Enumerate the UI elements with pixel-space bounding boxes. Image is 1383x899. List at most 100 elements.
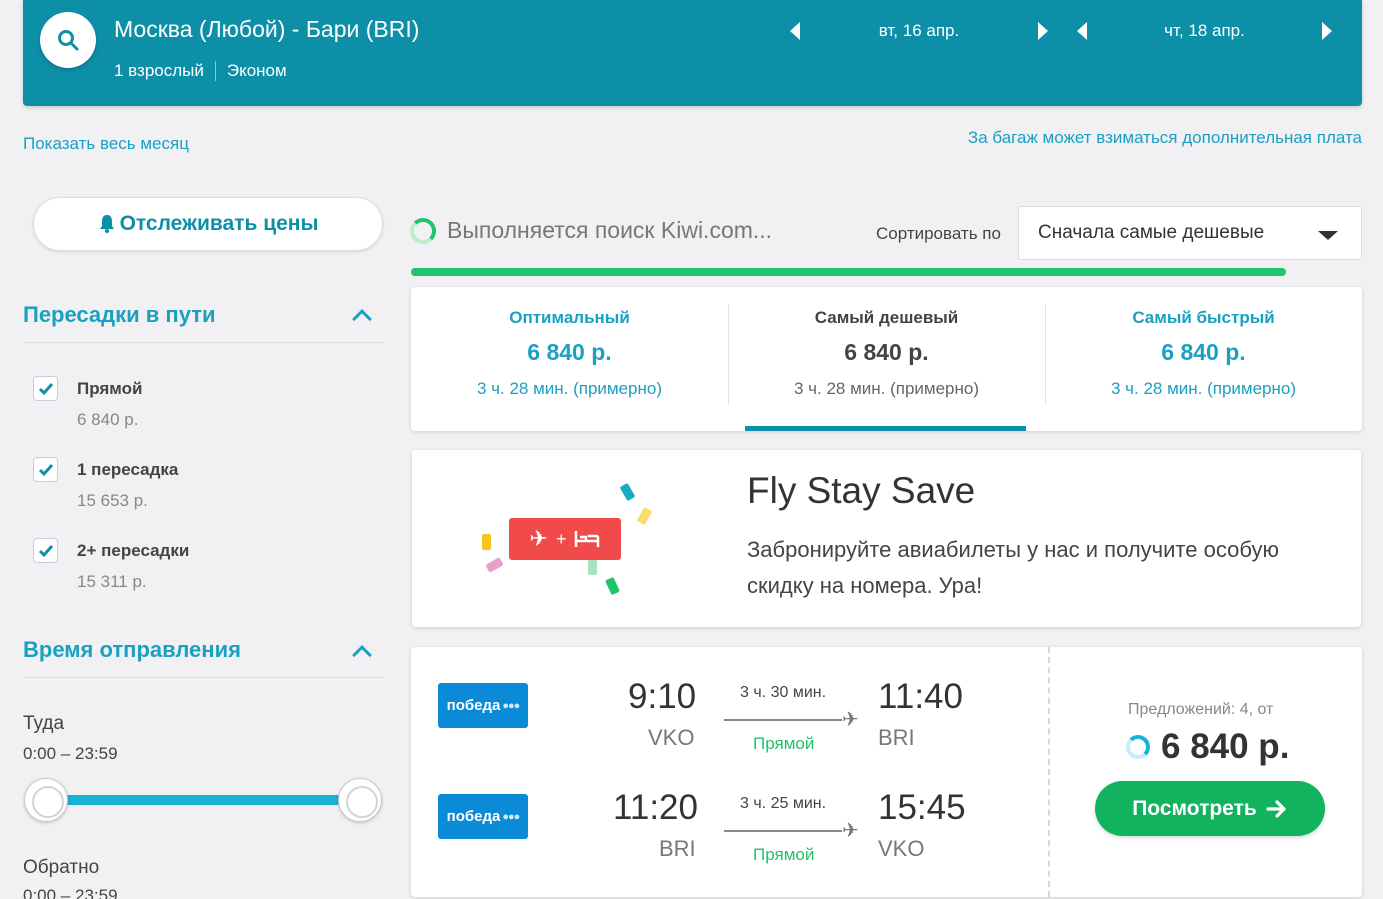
passengers-cabin[interactable]: 1 взрослый Эконом [114, 61, 287, 81]
arrival-airport: VKO [878, 836, 925, 861]
tab-duration: 3 ч. 28 мин. (примерно) [476, 379, 663, 398]
view-offer-label: Посмотреть [1132, 796, 1257, 820]
arrow-right-icon [1266, 799, 1286, 818]
stops-option-label: Прямой [77, 379, 143, 398]
passengers-count[interactable]: 1 взрослый [114, 61, 204, 81]
tab-price: 6 840 р. [527, 339, 612, 365]
bell-icon [99, 215, 114, 233]
tab-cheapest[interactable]: Самый дешевый 6 840 р. 3 ч. 28 мин. (при… [728, 287, 1045, 431]
search-status-text: Выполняется поиск Kiwi.com... [447, 217, 773, 243]
search-progress-bar [411, 268, 1286, 276]
result-price: 6 840 р. [1126, 727, 1289, 767]
prev-return-date-icon[interactable] [1077, 22, 1087, 40]
sort-label: Сортировать по [876, 224, 1001, 243]
dots-icon: ●●● [502, 810, 520, 823]
airplane-icon: ✈ [842, 820, 859, 842]
loading-spinner-icon [410, 217, 436, 244]
prev-departure-date-icon[interactable] [790, 22, 800, 40]
flight-duration: 3 ч. 30 мин. [740, 684, 827, 701]
outbound-time-slider[interactable] [46, 795, 360, 805]
chevron-down-icon [1318, 231, 1338, 240]
slider-max-handle[interactable] [338, 778, 382, 822]
divider [1048, 647, 1050, 897]
track-prices-button[interactable]: Отслеживать цены [33, 197, 383, 251]
confetti-decoration [636, 506, 653, 526]
airline-logo: победа ●●● [438, 794, 528, 839]
outbound-label: Туда [23, 713, 65, 734]
bed-icon [575, 531, 600, 547]
stops-option-price: 15 653 р. [77, 491, 148, 510]
collapse-stops-icon[interactable] [352, 309, 372, 329]
slider-min-handle[interactable] [24, 778, 68, 822]
tab-price: 6 840 р. [1161, 339, 1246, 365]
search-button[interactable] [40, 12, 96, 68]
checkmark-icon [38, 544, 53, 557]
baggage-fee-link[interactable]: За багаж может взиматься дополнительная … [968, 128, 1362, 148]
divider [23, 677, 384, 678]
promo-title: Fly Stay Save [747, 470, 976, 511]
dots-icon: ●●● [502, 699, 520, 712]
tab-price: 6 840 р. [844, 339, 929, 365]
checkmark-icon [38, 463, 53, 476]
next-departure-date-icon[interactable] [1038, 22, 1048, 40]
flight-hotel-badge: ✈ + [509, 518, 621, 560]
tab-duration: 3 ч. 28 мин. (примерно) [793, 379, 980, 398]
track-prices-label: Отслеживать цены [119, 212, 319, 235]
stops-option-price: 6 840 р. [77, 410, 139, 429]
confetti-decoration [619, 482, 636, 502]
flight-type: Прямой [753, 845, 815, 864]
tab-fastest[interactable]: Самый быстрый 6 840 р. 3 ч. 28 мин. (при… [1045, 287, 1362, 431]
airline-name: победа [446, 697, 501, 714]
confetti-decoration [605, 576, 620, 596]
departure-date[interactable]: вт, 16 апр. [800, 21, 1038, 41]
tab-optimal[interactable]: Оптимальный 6 840 р. 3 ч. 28 мин. (приме… [411, 287, 728, 431]
confetti-decoration [588, 559, 597, 575]
departure-date-nav: вт, 16 апр. [790, 18, 1048, 44]
cabin-class[interactable]: Эконом [227, 61, 287, 81]
collapse-departure-time-icon[interactable] [352, 645, 372, 665]
airplane-icon: ✈ [842, 709, 859, 731]
checkbox-two-plus-stops[interactable] [33, 538, 58, 563]
sort-tabs: Оптимальный 6 840 р. 3 ч. 28 мин. (приме… [411, 287, 1362, 431]
sort-selected-value: Сначала самые дешевые [1038, 222, 1265, 243]
tab-duration: 3 ч. 28 мин. (примерно) [1110, 379, 1297, 398]
active-tab-indicator [745, 426, 1026, 431]
show-month-link[interactable]: Показать весь месяц [23, 134, 189, 154]
return-date[interactable]: чт, 18 апр. [1087, 21, 1322, 41]
view-offer-button[interactable]: Посмотреть [1095, 781, 1325, 836]
checkbox-one-stop[interactable] [33, 457, 58, 482]
tab-title: Оптимальный [509, 308, 630, 327]
departure-time-section-title[interactable]: Время отправления [23, 637, 241, 663]
flight-line [724, 719, 842, 721]
promo-text: Забронируйте авиабилеты у нас и получите… [747, 537, 1279, 598]
plus-icon: + [555, 528, 567, 549]
result-price-value: 6 840 р. [1161, 727, 1290, 766]
return-time-range: 0:00 – 23:59 [23, 886, 118, 899]
stops-section-title[interactable]: Пересадки в пути [23, 302, 216, 328]
search-status: Выполняется поиск Kiwi.com... [410, 217, 772, 244]
offers-count: Предложений: 4, от [1128, 701, 1274, 718]
sort-dropdown[interactable]: Сначала самые дешевые [1018, 206, 1362, 260]
flight-duration: 3 ч. 25 мин. [740, 795, 827, 812]
confetti-decoration [482, 534, 491, 550]
checkbox-direct[interactable] [33, 376, 58, 401]
return-date-nav: чт, 18 апр. [1077, 18, 1332, 44]
next-return-date-icon[interactable] [1322, 22, 1332, 40]
route-title[interactable]: Москва (Любой) - Бари (BRI) [114, 16, 419, 43]
arrival-airport: BRI [878, 725, 915, 750]
confetti-decoration [485, 557, 504, 573]
departure-airport: BRI [659, 836, 696, 861]
stops-option-price: 15 311 р. [77, 572, 147, 591]
arrival-time: 11:40 [878, 677, 963, 716]
flight-type: Прямой [753, 734, 815, 753]
stops-option-label: 1 пересадка [77, 460, 179, 479]
departure-airport: VKO [648, 725, 695, 750]
airplane-icon: ✈ [529, 526, 548, 551]
checkmark-icon [38, 382, 53, 395]
promo-banner[interactable]: ✈ + Fly Stay Save Забронируйте авиабилет… [412, 450, 1361, 627]
search-icon [58, 30, 79, 51]
stops-option-label: 2+ пересадки [77, 541, 190, 560]
flight-line [724, 830, 842, 832]
flight-result-card[interactable]: победа ●●● 9:10 VKO 3 ч. 30 мин. ✈ Прямой… [411, 647, 1362, 897]
airline-name: победа [446, 808, 501, 825]
